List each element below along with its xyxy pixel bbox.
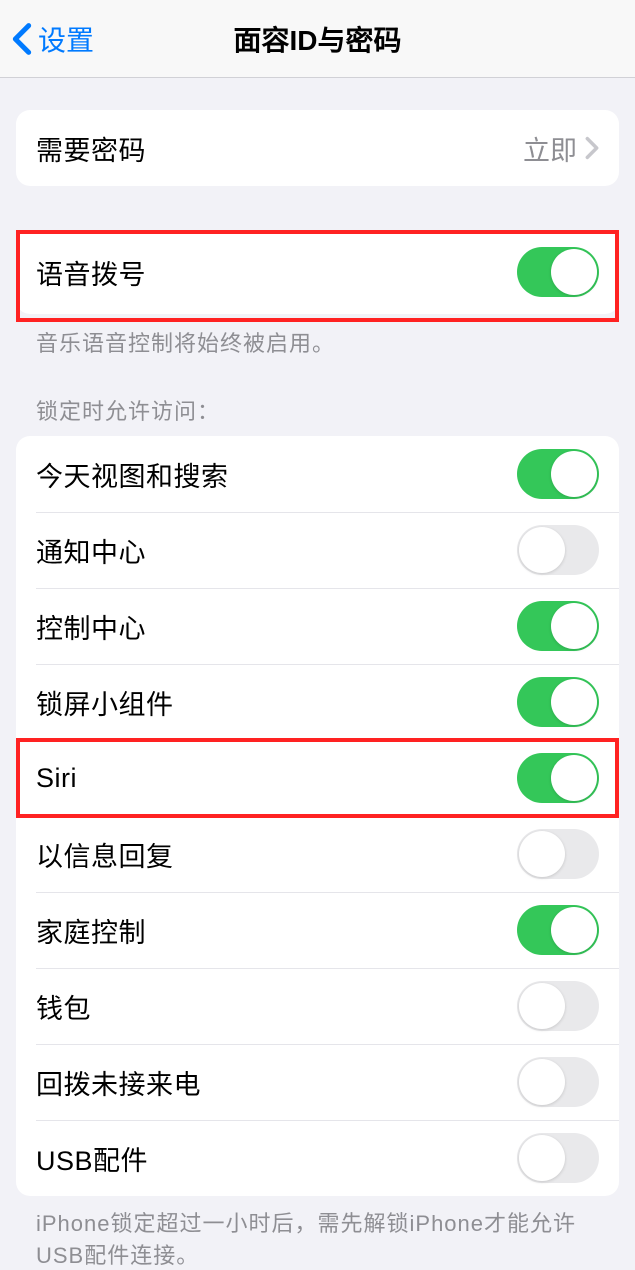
- toggle-knob: [519, 527, 565, 573]
- group-passcode: 需要密码 立即: [16, 110, 619, 186]
- lock-item-toggle[interactable]: [517, 525, 599, 575]
- require-passcode-label: 需要密码: [36, 129, 146, 168]
- lock-item-toggle[interactable]: [517, 1057, 599, 1107]
- lock-item-toggle[interactable]: [517, 677, 599, 727]
- lock-item-toggle[interactable]: [517, 905, 599, 955]
- back-button[interactable]: 设置: [0, 19, 94, 59]
- toggle-knob: [519, 831, 565, 877]
- row-lock-item: 钱包: [16, 968, 619, 1044]
- toggle-knob: [519, 1059, 565, 1105]
- voice-dial-label: 语音拨号: [36, 253, 146, 292]
- lock-item-label: 通知中心: [36, 531, 146, 570]
- row-lock-item: 控制中心: [16, 588, 619, 664]
- row-lock-item: Siri: [16, 740, 619, 816]
- toggle-knob: [551, 679, 597, 725]
- lock-item-label: 控制中心: [36, 607, 146, 646]
- page-title: 面容ID与密码: [233, 19, 401, 59]
- toggle-knob: [551, 249, 597, 295]
- group-lock-access: 今天视图和搜索通知中心控制中心锁屏小组件 Siri 以信息回复家庭控制钱包回拨未接来…: [16, 436, 619, 1196]
- toggle-knob: [519, 1135, 565, 1181]
- lock-item-label: 家庭控制: [36, 911, 146, 950]
- lock-access-footer: iPhone锁定超过一小时后，需先解锁iPhone才能允许USB配件连接。: [36, 1206, 599, 1270]
- lock-item-toggle[interactable]: [517, 753, 599, 803]
- toggle-knob: [551, 907, 597, 953]
- require-passcode-value: 立即: [523, 129, 577, 168]
- lock-item-toggle[interactable]: [517, 601, 599, 651]
- lock-item-label: 锁屏小组件: [36, 683, 174, 722]
- row-lock-item: 家庭控制: [16, 892, 619, 968]
- row-lock-item: 锁屏小组件: [16, 664, 619, 740]
- row-voice-dial: 语音拨号: [16, 230, 619, 314]
- lock-access-header: 锁定时允许访问：: [36, 394, 599, 426]
- lock-item-toggle[interactable]: [517, 1133, 599, 1183]
- toggle-knob: [519, 983, 565, 1029]
- voice-dial-footer: 音乐语音控制将始终被启用。: [36, 326, 599, 358]
- lock-item-label: 钱包: [36, 987, 91, 1026]
- toggle-knob: [551, 603, 597, 649]
- voice-dial-toggle[interactable]: [517, 247, 599, 297]
- lock-item-label: 回拨未接来电: [36, 1063, 201, 1102]
- row-lock-item: 回拨未接来电: [16, 1044, 619, 1120]
- lock-item-label: Siri: [36, 763, 77, 794]
- lock-item-toggle[interactable]: [517, 449, 599, 499]
- row-right: 立即: [523, 129, 599, 168]
- lock-item-toggle[interactable]: [517, 829, 599, 879]
- navbar: 设置 面容ID与密码: [0, 0, 635, 78]
- toggle-knob: [551, 451, 597, 497]
- row-require-passcode[interactable]: 需要密码 立即: [16, 110, 619, 186]
- group-voice-dial: 语音拨号: [16, 230, 619, 314]
- row-lock-item: 以信息回复: [16, 816, 619, 892]
- row-lock-item: 今天视图和搜索: [16, 436, 619, 512]
- lock-item-label: USB配件: [36, 1139, 148, 1178]
- lock-item-label: 以信息回复: [36, 835, 174, 874]
- lock-item-toggle[interactable]: [517, 981, 599, 1031]
- content: 需要密码 立即 语音拨号 音乐语音控制将始终被启用。 锁定时允许访问： 今天视图…: [0, 110, 635, 1270]
- lock-item-label: 今天视图和搜索: [36, 455, 229, 494]
- back-label: 设置: [38, 19, 94, 59]
- toggle-knob: [551, 755, 597, 801]
- row-lock-item: 通知中心: [16, 512, 619, 588]
- chevron-left-icon: [12, 22, 32, 56]
- row-lock-item: USB配件: [16, 1120, 619, 1196]
- chevron-right-icon: [585, 136, 599, 160]
